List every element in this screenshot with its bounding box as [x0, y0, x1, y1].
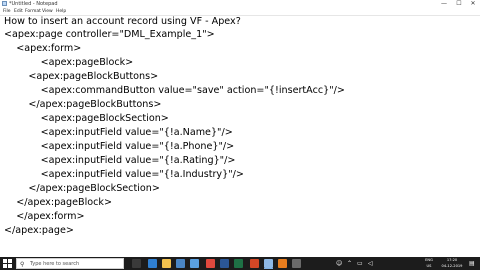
editor-line: </apex:pageBlock>: [4, 197, 113, 208]
search-icon: ⚲: [20, 261, 25, 268]
volume-icon[interactable]: ◁: [368, 257, 373, 270]
people-icon[interactable]: ☺: [336, 257, 342, 270]
media-icon[interactable]: [278, 259, 287, 268]
notifications-icon[interactable]: ▤: [469, 257, 475, 270]
editor-line: <apex:pageBlockButtons>: [4, 71, 159, 82]
editor-line: </apex:pageBlockButtons>: [4, 99, 162, 110]
editor-line: <apex:commandButton value="save" action=…: [4, 85, 345, 96]
editor-line: How to insert an account record using VF…: [4, 16, 241, 27]
search-placeholder: Type here to search: [30, 261, 80, 267]
menu-file[interactable]: File: [3, 8, 11, 15]
chrome-icon[interactable]: [206, 259, 215, 268]
show-hidden-icons-icon[interactable]: ⌃: [347, 257, 352, 270]
editor-line: <apex:inputField value="{!a.Rating}"/>: [4, 155, 236, 166]
app-icon[interactable]: [292, 259, 301, 268]
minimize-button[interactable]: —: [437, 0, 451, 8]
taskbar: ⚲ Type here to search ☺ ⌃ ▭ ◁ ENG US 17:…: [0, 257, 480, 270]
menu-bar: File Edit Format View Help: [0, 8, 480, 16]
editor-line: </apex:page>: [4, 225, 74, 236]
store-icon[interactable]: [176, 259, 185, 268]
language-indicator[interactable]: ENG US: [422, 258, 436, 269]
network-icon[interactable]: ▭: [357, 257, 363, 270]
editor-line: <apex:form>: [4, 43, 82, 54]
taskbar-search-box[interactable]: ⚲ Type here to search: [16, 258, 124, 269]
editor-line: <apex:inputField value="{!a.Industry}"/>: [4, 169, 244, 180]
editor-line: </apex:pageBlockSection>: [4, 183, 160, 194]
editor-line: <apex:pageBlock>: [4, 57, 134, 68]
editor-line: <apex:inputField value="{!a.Name}"/>: [4, 127, 233, 138]
menu-format[interactable]: Format: [25, 8, 41, 15]
clock-date: 04-12-2019: [441, 263, 463, 268]
menu-view[interactable]: View: [42, 8, 53, 15]
maximize-button[interactable]: ☐: [452, 0, 466, 8]
file-explorer-icon[interactable]: [162, 259, 171, 268]
edge-icon[interactable]: [148, 259, 157, 268]
notepad-icon: [2, 1, 7, 6]
title-bar: *Untitled - Notepad — ☐ ✕: [0, 0, 480, 8]
notepad-icon[interactable]: [264, 259, 273, 268]
windows-start-button[interactable]: [2, 259, 12, 268]
text-editor[interactable]: How to insert an account record using VF…: [0, 16, 480, 256]
taskbar-clock[interactable]: 17:20 04-12-2019: [439, 258, 465, 269]
active-app-indicator: [264, 268, 273, 269]
editor-line: <apex:page controller="DML_Example_1">: [4, 29, 215, 40]
close-button[interactable]: ✕: [466, 0, 480, 8]
menu-edit[interactable]: Edit: [14, 8, 23, 15]
editor-line: <apex:pageBlockSection>: [4, 113, 169, 124]
menu-help[interactable]: Help: [56, 8, 66, 15]
editor-line: </apex:form>: [4, 211, 85, 222]
editor-line: <apex:inputField value="{!a.Phone}"/>: [4, 141, 235, 152]
excel-icon[interactable]: [234, 259, 243, 268]
mail-icon[interactable]: [190, 259, 199, 268]
powerpoint-icon[interactable]: [250, 259, 259, 268]
word-icon[interactable]: [220, 259, 229, 268]
window-title: *Untitled - Notepad: [9, 1, 58, 7]
task-view-icon[interactable]: [132, 259, 141, 268]
